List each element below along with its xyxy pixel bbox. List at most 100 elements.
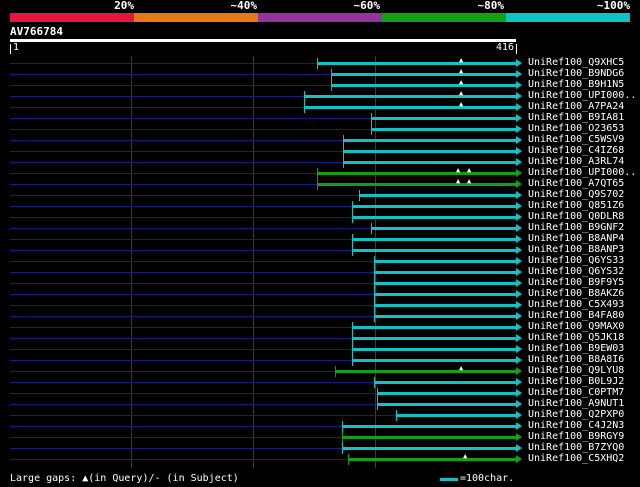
query-gap-icon: ▲ [459, 56, 464, 64]
hit-alignment-bar[interactable] [374, 260, 516, 263]
hit-alignment-bar[interactable] [331, 73, 516, 76]
hit-alignment-bar[interactable] [352, 348, 516, 351]
hit-alignment-bar[interactable] [352, 326, 516, 329]
hit-track-line [10, 459, 348, 460]
hit-alignment-bar[interactable] [371, 128, 516, 131]
hit-alignment-bar[interactable] [317, 172, 516, 175]
hit-track-line [10, 316, 374, 317]
hit-track-line [10, 107, 304, 108]
hit-alignment-bar[interactable] [396, 414, 516, 417]
hit-track-line [10, 426, 342, 427]
hit-alignment-bar[interactable] [343, 161, 516, 164]
hit-label[interactable]: UniRef100_C5X493 [528, 299, 624, 310]
hit-arrow-icon [516, 301, 522, 309]
hit-label[interactable]: UniRef100_Q5JK18 [528, 332, 624, 343]
hit-label[interactable]: UniRef100_C4J2N3 [528, 420, 624, 431]
hit-arrow-icon [516, 103, 522, 111]
hit-label[interactable]: UniRef100_A7PA24 [528, 101, 624, 112]
hit-alignment-bar[interactable] [352, 238, 516, 241]
hit-label[interactable]: UniRef100_Q9XHC5 [528, 57, 624, 68]
hit-arrow-icon [516, 367, 522, 375]
hit-arrow-icon [516, 356, 522, 364]
hit-alignment-bar[interactable] [374, 282, 516, 285]
hit-alignment-bar[interactable] [377, 392, 516, 395]
hit-label[interactable]: UniRef100_B9GNF2 [528, 222, 624, 233]
hit-label[interactable]: UniRef100_B4FA80 [528, 310, 624, 321]
hit-alignment-bar[interactable] [377, 403, 516, 406]
hit-arrow-icon [516, 378, 522, 386]
hit-label[interactable]: UniRef100_Q6YS32 [528, 266, 624, 277]
hit-alignment-bar[interactable] [317, 62, 516, 65]
hit-label[interactable]: UniRef100_B0L9J2 [528, 376, 624, 387]
hit-alignment-bar[interactable] [352, 205, 516, 208]
hit-label[interactable]: UniRef100_A7QT65 [528, 178, 624, 189]
hit-label[interactable]: UniRef100_B8ANP3 [528, 244, 624, 255]
hit-track-line [10, 217, 352, 218]
hit-label[interactable]: UniRef100_UPI000.. [528, 90, 636, 101]
hit-arrow-icon [516, 81, 522, 89]
hit-label[interactable]: UniRef100_B9H1N5 [528, 79, 624, 90]
hit-arrow-icon [516, 202, 522, 210]
hit-arrow-icon [516, 224, 522, 232]
hit-label[interactable]: UniRef100_Q6YS33 [528, 255, 624, 266]
hit-label[interactable]: UniRef100_B9IA81 [528, 112, 624, 123]
hit-arrow-icon [516, 433, 522, 441]
hit-track-line [10, 74, 331, 75]
hit-alignment-bar[interactable] [374, 304, 516, 307]
query-bar [10, 39, 516, 42]
hit-alignment-bar[interactable] [374, 293, 516, 296]
hit-alignment-bar[interactable] [317, 183, 516, 186]
hit-label[interactable]: UniRef100_Q9LYU8 [528, 365, 624, 376]
hit-label[interactable]: UniRef100_B8ANP4 [528, 233, 624, 244]
hit-label[interactable]: UniRef100_C4IZ68 [528, 145, 624, 156]
hit-alignment-bar[interactable] [359, 194, 516, 197]
query-start-position: 1 [13, 42, 20, 53]
hit-alignment-bar[interactable] [374, 315, 516, 318]
hit-arrow-icon [516, 125, 522, 133]
hit-alignment-bar[interactable] [352, 249, 516, 252]
hit-label[interactable]: UniRef100_B7ZYQ0 [528, 442, 624, 453]
hit-arrow-icon [516, 268, 522, 276]
hit-label[interactable]: UniRef100_C0PTM7 [528, 387, 624, 398]
hit-arrow-icon [516, 312, 522, 320]
hit-label[interactable]: UniRef100_B9RGY9 [528, 431, 624, 442]
hit-label[interactable]: UniRef100_Q0DLR8 [528, 211, 624, 222]
hit-alignment-bar[interactable] [352, 359, 516, 362]
hit-label[interactable]: UniRef100_B9EW03 [528, 343, 624, 354]
hit-alignment-bar[interactable] [371, 227, 516, 230]
hit-label[interactable]: UniRef100_Q9MAX0 [528, 321, 624, 332]
hit-alignment-bar[interactable] [335, 370, 516, 373]
hit-label[interactable]: UniRef100_C5XHQ2 [528, 453, 624, 464]
hit-label[interactable]: UniRef100_A3RL74 [528, 156, 624, 167]
hit-alignment-bar[interactable] [352, 337, 516, 340]
hit-alignment-bar[interactable] [331, 84, 516, 87]
hit-alignment-bar[interactable] [348, 458, 516, 461]
hit-alignment-bar[interactable] [304, 106, 516, 109]
hit-alignment-bar[interactable] [342, 447, 516, 450]
hit-label[interactable]: UniRef100_C5WSV9 [528, 134, 624, 145]
hit-alignment-bar[interactable] [374, 271, 516, 274]
hit-alignment-bar[interactable] [371, 117, 516, 120]
hit-label[interactable]: UniRef100_B8AKZ6 [528, 288, 624, 299]
hit-label[interactable]: UniRef100_A9NUT1 [528, 398, 624, 409]
hit-arrow-icon [516, 114, 522, 122]
scale-label-100: ~100% [596, 0, 630, 12]
hit-alignment-bar[interactable] [352, 216, 516, 219]
hit-label[interactable]: UniRef100_B9F9Y5 [528, 277, 624, 288]
hit-label[interactable]: UniRef100_B8A8I6 [528, 354, 624, 365]
hit-label[interactable]: UniRef100_Q9S702 [528, 189, 624, 200]
hit-label[interactable]: UniRef100_Q851Z6 [528, 200, 624, 211]
hit-alignment-bar[interactable] [343, 139, 516, 142]
hit-alignment-bar[interactable] [342, 425, 516, 428]
hit-alignment-bar[interactable] [374, 381, 516, 384]
hit-label[interactable]: UniRef100_Q2PXP0 [528, 409, 624, 420]
scale-segment-4 [382, 13, 506, 22]
hit-arrow-icon [516, 257, 522, 265]
hit-label[interactable]: UniRef100_O23653 [528, 123, 624, 134]
hit-alignment-bar[interactable] [304, 95, 516, 98]
hit-label[interactable]: UniRef100_B9NDG6 [528, 68, 624, 79]
hit-alignment-bar[interactable] [342, 436, 516, 439]
hit-row[interactable]: ▲ UniRef100_C5XHQ2 [0, 453, 640, 465]
hit-alignment-bar[interactable] [343, 150, 516, 153]
hit-label[interactable]: UniRef100_UPI000.. [528, 167, 636, 178]
